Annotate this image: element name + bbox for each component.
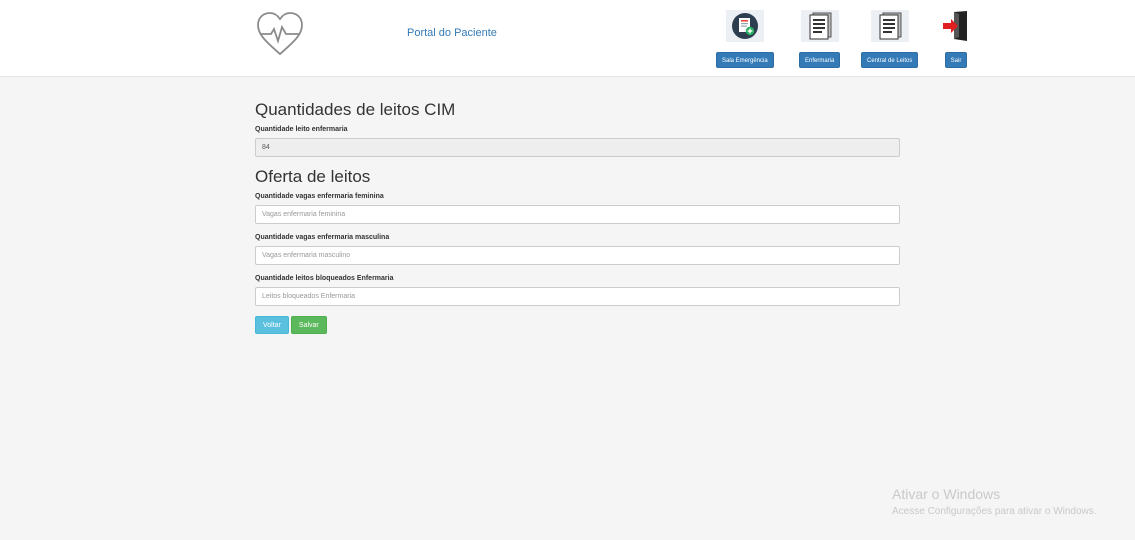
- quantidade-leito-enfermaria-field: 84: [255, 138, 900, 157]
- salvar-button[interactable]: Salvar: [290, 316, 327, 334]
- windows-activation-watermark: Ativar o Windows Acesse Configurações pa…: [892, 486, 1097, 517]
- exit-door-icon[interactable]: [937, 10, 975, 42]
- vagas-masculina-placeholder: Vagas enfermaria masculino: [262, 252, 351, 259]
- nav-central-de-leitos[interactable]: Central de Leitos: [861, 10, 919, 68]
- form-actions: Voltar Salvar: [255, 316, 900, 334]
- nav-sair[interactable]: Sair: [937, 10, 975, 68]
- leitos-bloqueados-input[interactable]: Leitos bloqueados Enfermaria: [255, 287, 900, 306]
- vagas-feminina-label: Quantidade vagas enfermaria feminina: [255, 193, 384, 200]
- nav-enfermaria[interactable]: Enfermaria: [799, 10, 841, 68]
- voltar-button[interactable]: Voltar: [255, 316, 289, 334]
- top-navbar: Portal do Paciente Sala Emergência Enfer…: [0, 0, 1135, 77]
- heart-pulse-logo-icon[interactable]: [255, 10, 305, 58]
- vagas-masculina-input[interactable]: Vagas enfermaria masculino: [255, 246, 900, 265]
- document-icon[interactable]: [870, 10, 909, 42]
- vagas-masculina-label: Quantidade vagas enfermaria masculina: [255, 234, 390, 241]
- sair-button[interactable]: Sair: [944, 52, 968, 68]
- central-de-leitos-button[interactable]: Central de Leitos: [861, 52, 919, 68]
- document-icon[interactable]: [800, 10, 839, 42]
- brand-link[interactable]: Portal do Paciente: [407, 27, 497, 39]
- sala-emergencia-button[interactable]: Sala Emergência: [716, 52, 774, 68]
- clipboard-plus-icon[interactable]: [725, 10, 764, 42]
- vagas-feminina-placeholder: Vagas enfermaria feminina: [262, 211, 346, 218]
- watermark-subtitle: Acesse Configurações para ativar o Windo…: [892, 506, 1097, 517]
- section-title-leitos-cim: Quantidades de leitos CIM: [255, 100, 456, 119]
- leitos-bloqueados-label: Quantidade leitos bloqueados Enfermaria: [255, 275, 394, 282]
- vagas-feminina-input[interactable]: Vagas enfermaria feminina: [255, 205, 900, 224]
- quantidade-leito-enfermaria-label: Quantidade leito enfermaria: [255, 126, 348, 133]
- nav-sala-emergencia[interactable]: Sala Emergência: [716, 10, 774, 68]
- section-title-oferta-leitos: Oferta de leitos: [255, 167, 371, 186]
- enfermaria-button[interactable]: Enfermaria: [799, 52, 841, 68]
- leitos-bloqueados-placeholder: Leitos bloqueados Enfermaria: [262, 293, 356, 300]
- main-content: Quantidades de leitos CIM Quantidade lei…: [255, 96, 900, 334]
- watermark-title: Ativar o Windows: [892, 486, 1001, 502]
